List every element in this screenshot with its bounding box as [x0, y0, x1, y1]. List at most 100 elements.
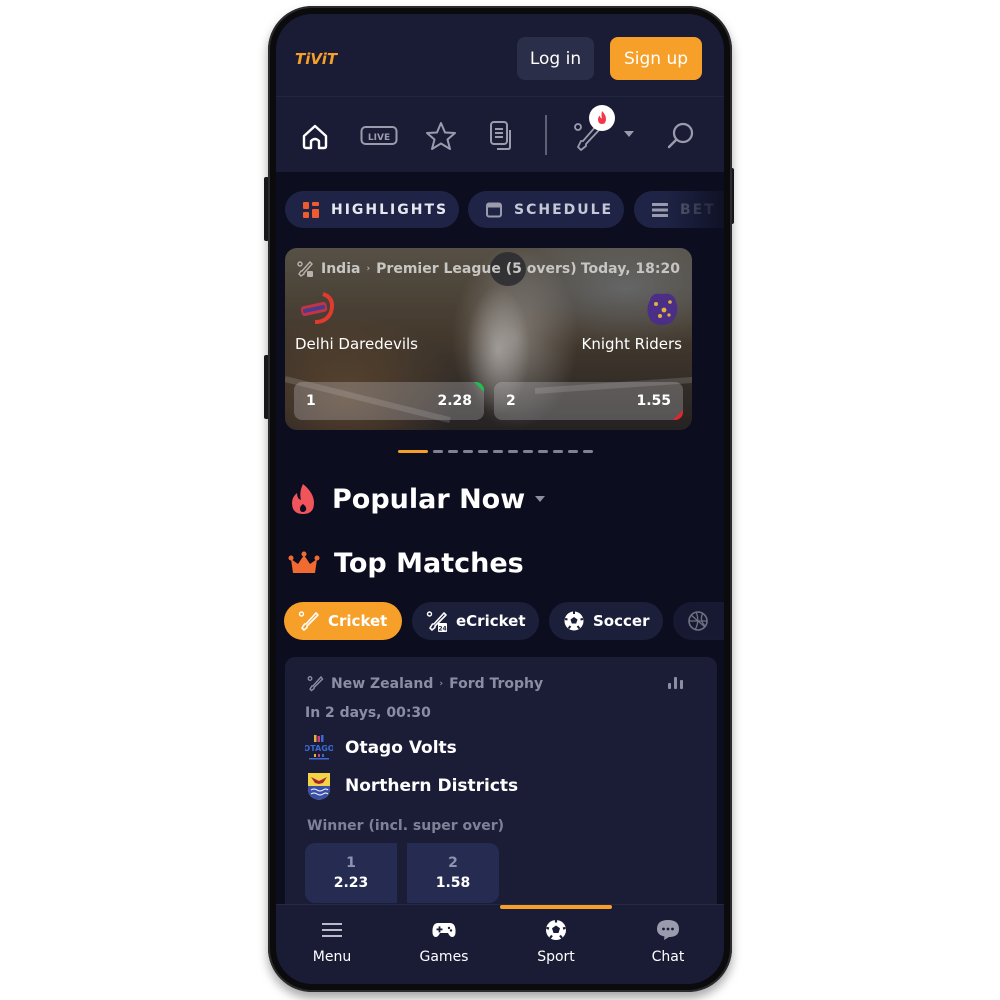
odd-value: 2.23 — [333, 875, 369, 891]
featured-match-banner[interactable]: India › Premier League (5 overs) Today, … — [285, 248, 692, 430]
team-name: Otago Volts — [345, 738, 457, 758]
top-matches-heading: Top Matches — [288, 548, 524, 579]
section-title: Popular Now — [332, 483, 526, 515]
sport-filter-basketball[interactable] — [673, 602, 724, 640]
pagination-dot[interactable] — [553, 450, 563, 453]
market-name: Winner (incl. super over) — [307, 818, 505, 834]
active-tab-indicator — [500, 905, 612, 909]
pill-label: eCricket — [456, 612, 526, 630]
tab-label: HIGHLIGHTS — [331, 201, 449, 218]
sport-filter-soccer[interactable]: Soccer — [549, 602, 663, 640]
breadcrumb-separator: › — [366, 264, 371, 274]
section-title: Top Matches — [334, 548, 524, 579]
fire-icon — [598, 111, 606, 124]
top-bar: TiViT Log in Sign up — [276, 14, 724, 96]
sport-dropdown-caret[interactable] — [624, 131, 634, 137]
svg-text:LIVE: LIVE — [368, 133, 390, 143]
cricket-icon — [298, 611, 319, 631]
pagination-dot[interactable] — [463, 450, 473, 453]
banner-odd-2-button[interactable]: 2 1.55 — [494, 382, 683, 420]
tabs-fade — [664, 172, 724, 244]
bottom-nav-chat[interactable]: Chat — [612, 919, 724, 965]
phone-screen: TiViT Log in Sign up LIVE HIGHLIGHTS SCH… — [276, 14, 724, 984]
betslip-icon[interactable] — [486, 119, 520, 153]
login-button[interactable]: Log in — [517, 37, 594, 80]
banner-odd-1-button[interactable]: 1 2.28 — [294, 382, 484, 420]
ecricket-icon: 24 — [426, 611, 447, 633]
odd-value: 1.55 — [636, 393, 671, 409]
main-nav: LIVE — [276, 96, 724, 172]
team1-name: Delhi Daredevils — [295, 335, 418, 353]
match-league: Ford Trophy — [449, 676, 544, 692]
team-name: Northern Districts — [345, 776, 519, 796]
hot-badge — [589, 105, 615, 131]
cricket-icon — [307, 675, 324, 692]
popular-now-heading[interactable]: Popular Now — [288, 482, 546, 516]
soccer-ball-icon — [545, 919, 567, 941]
nav-label: Games — [419, 949, 469, 965]
fire-icon — [292, 484, 314, 514]
odds-up-indicator — [474, 382, 484, 392]
pagination-dot-active[interactable] — [398, 450, 428, 453]
content-tabs: HIGHLIGHTS SCHEDULE BET — [276, 172, 724, 244]
tab-highlights[interactable]: HIGHLIGHTS — [285, 191, 459, 228]
odd-value: 1.58 — [435, 875, 471, 891]
ecricket-icon — [297, 260, 313, 277]
calendar-icon — [486, 202, 502, 217]
sport-filter-ecricket[interactable]: 24 eCricket — [412, 602, 539, 640]
match-time: In 2 days, 00:30 — [305, 705, 431, 721]
odd-label: 2 — [448, 855, 458, 871]
brand-logo[interactable]: TiViT — [295, 50, 337, 68]
statistics-icon[interactable] — [668, 677, 683, 689]
pagination-dot[interactable] — [568, 450, 578, 453]
pagination-dot[interactable] — [433, 450, 443, 453]
banner-pagination — [398, 450, 593, 453]
match-country: New Zealand — [331, 676, 434, 692]
live-icon[interactable]: LIVE — [360, 119, 398, 153]
pagination-dot[interactable] — [538, 450, 548, 453]
pagination-dot[interactable] — [508, 450, 518, 453]
odd-label: 1 — [346, 855, 356, 871]
chevron-down-icon — [535, 496, 546, 502]
bottom-navigation: Menu Games Sport Chat — [276, 904, 724, 984]
bottom-nav-sport[interactable]: Sport — [500, 919, 612, 965]
svg-text:24: 24 — [438, 626, 446, 633]
pagination-dot[interactable] — [478, 450, 488, 453]
menu-icon — [322, 919, 342, 941]
match-breadcrumb: New Zealand › Ford Trophy — [307, 675, 543, 693]
banner-meta: India › Premier League (5 overs) Today, … — [297, 260, 680, 278]
tab-label: SCHEDULE — [514, 201, 614, 218]
nav-label: Sport — [537, 949, 575, 965]
match-odd-2-button[interactable]: 2 1.58 — [407, 843, 499, 903]
tab-schedule[interactable]: SCHEDULE — [468, 191, 624, 228]
banner-time: Today, 18:20 — [580, 261, 680, 277]
team2-name: Knight Riders — [581, 335, 682, 353]
pagination-dot[interactable] — [583, 450, 593, 453]
pagination-dot[interactable] — [493, 450, 503, 453]
team-logo-delhi — [297, 290, 337, 328]
favorites-star-icon[interactable] — [424, 119, 458, 153]
team-logo-northern-districts — [305, 771, 333, 801]
gamepad-icon — [432, 919, 456, 941]
team-logo-knight-riders — [642, 290, 682, 328]
chat-icon — [656, 919, 680, 941]
odd-value: 2.28 — [437, 393, 472, 409]
search-icon[interactable] — [664, 119, 698, 153]
home-icon[interactable] — [298, 119, 332, 153]
soccer-icon — [564, 611, 584, 631]
odds-down-indicator — [673, 410, 683, 420]
bottom-nav-menu[interactable]: Menu — [276, 919, 388, 965]
odd-label: 1 — [306, 393, 316, 409]
pagination-dot[interactable] — [448, 450, 458, 453]
sport-filter-cricket[interactable]: Cricket — [284, 602, 402, 640]
bottom-nav-games[interactable]: Games — [388, 919, 500, 965]
team-logo-otago: OTAGO — [303, 733, 335, 763]
pill-label: Cricket — [328, 612, 388, 630]
pagination-dot[interactable] — [523, 450, 533, 453]
match-team-2: Northern Districts — [305, 771, 518, 801]
match-team-1: OTAGO Otago Volts — [303, 733, 457, 763]
basketball-icon — [688, 611, 708, 631]
nav-divider — [545, 115, 547, 155]
signup-button[interactable]: Sign up — [610, 37, 702, 80]
match-odd-1-button[interactable]: 1 2.23 — [305, 843, 397, 903]
